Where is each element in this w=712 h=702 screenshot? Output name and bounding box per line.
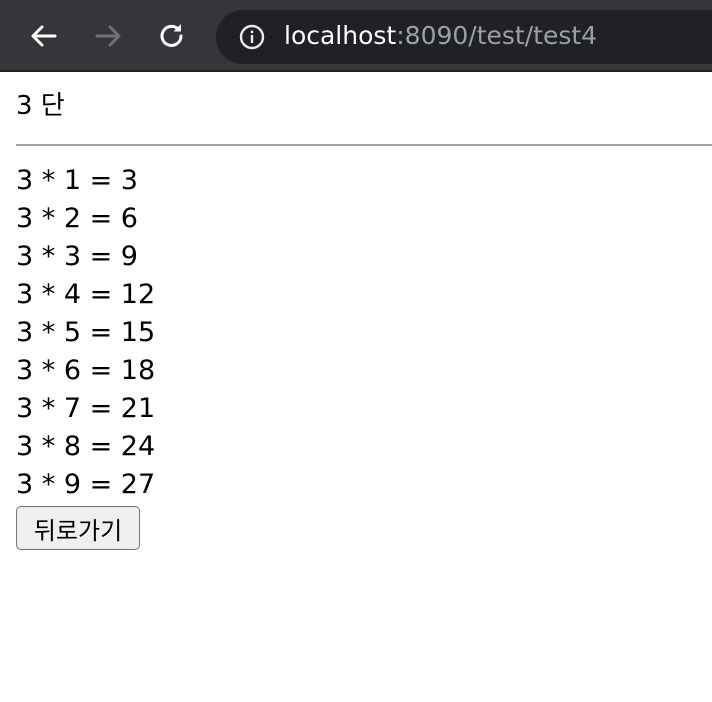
multiplication-table: 3 * 1 = 3 3 * 2 = 6 3 * 3 = 9 3 * 4 = 12… — [16, 162, 155, 504]
table-row: 3 * 8 = 24 — [16, 431, 156, 462]
forward-button[interactable] — [88, 16, 128, 56]
forward-arrow-icon — [95, 25, 121, 47]
table-row: 3 * 3 = 9 — [16, 241, 138, 272]
table-row: 3 * 6 = 18 — [16, 355, 156, 386]
table-row: 3 * 7 = 21 — [16, 393, 156, 424]
table-row: 3 * 5 = 15 — [16, 317, 156, 348]
horizontal-rule — [16, 144, 712, 146]
url-host: localhost — [284, 21, 397, 50]
reload-icon — [160, 24, 183, 47]
back-button[interactable] — [24, 16, 64, 56]
url-text[interactable]: localhost:8090/test/test4 — [284, 21, 597, 51]
page-content: 3 단 3 * 1 = 3 3 * 2 = 6 3 * 3 = 9 3 * 4 … — [16, 86, 712, 550]
info-icon[interactable] — [238, 23, 266, 51]
page-title: 3 단 — [16, 91, 65, 121]
table-row: 3 * 9 = 27 — [16, 469, 156, 500]
go-back-button[interactable]: 뒤로가기 — [16, 506, 140, 550]
browser-toolbar: localhost:8090/test/test4 — [0, 0, 712, 72]
url-path: :8090/test/test4 — [396, 21, 598, 50]
table-row: 3 * 1 = 3 — [16, 165, 138, 196]
reload-button[interactable] — [152, 16, 192, 56]
address-bar[interactable]: localhost:8090/test/test4 — [216, 10, 712, 64]
table-row: 3 * 2 = 6 — [16, 203, 138, 234]
table-row: 3 * 4 = 12 — [16, 279, 156, 310]
back-arrow-icon — [31, 25, 57, 47]
